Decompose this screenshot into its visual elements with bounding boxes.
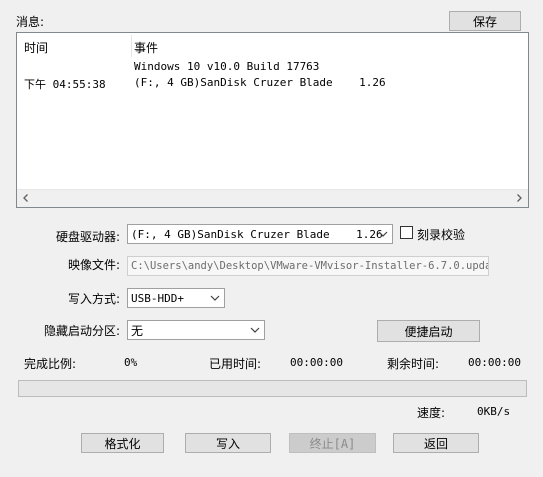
back-button[interactable]: 返回 <box>393 433 479 453</box>
drive-select-value: (F:, 4 GB)SanDisk Cruzer Blade 1.26 <box>131 227 383 241</box>
write-method-select[interactable]: USB-HDD+ <box>127 288 225 308</box>
horizontal-scrollbar[interactable] <box>17 189 528 207</box>
save-button[interactable]: 保存 <box>449 11 521 31</box>
log-row-time: 下午 04:55:38 <box>24 78 106 91</box>
speed-label: 速度: <box>417 406 446 420</box>
drive-select[interactable]: (F:, 4 GB)SanDisk Cruzer Blade 1.26 <box>127 224 393 244</box>
format-button[interactable]: 格式化 <box>81 433 164 453</box>
elapsed-label: 已用时间: <box>209 357 262 371</box>
column-divider <box>131 35 132 57</box>
hidden-partition-label: 隐藏启动分区: <box>43 324 120 338</box>
hidden-partition-value: 无 <box>131 323 144 338</box>
quick-boot-button[interactable]: 便捷启动 <box>377 320 480 342</box>
percent-label: 完成比例: <box>24 357 77 371</box>
image-file-label: 映像文件: <box>67 258 120 272</box>
elapsed-value: 00:00:00 <box>290 356 343 369</box>
speed-value: 0KB/s <box>477 405 511 418</box>
log-row-event: (F:, 4 GB)SanDisk Cruzer Blade 1.26 <box>134 76 386 89</box>
remaining-value: 00:00:00 <box>468 356 521 369</box>
image-file-field[interactable]: C:\Users\andy\Desktop\VMware-VMvisor-Ins… <box>127 256 489 276</box>
progress-bar <box>18 380 527 397</box>
messages-label: 消息: <box>16 15 45 29</box>
percent-value: 0% <box>124 356 138 369</box>
remaining-label: 剩余时间: <box>387 357 440 371</box>
chevron-down-icon <box>376 227 390 241</box>
chevron-down-icon <box>208 291 222 305</box>
column-header-event[interactable]: 事件 <box>134 39 158 56</box>
stop-button[interactable]: 终止[A] <box>289 433 376 453</box>
chevron-down-icon <box>248 323 262 337</box>
scroll-left-icon[interactable] <box>19 191 33 205</box>
write-method-value: USB-HDD+ <box>131 291 184 305</box>
message-log[interactable]: 时间 事件 Windows 10 v10.0 Build 17763 下午 04… <box>16 32 529 208</box>
write-button[interactable]: 写入 <box>185 433 271 453</box>
log-row-event: Windows 10 v10.0 Build 17763 <box>134 60 320 73</box>
hidden-partition-select[interactable]: 无 <box>127 320 265 340</box>
verify-label[interactable]: 刻录校验 <box>417 226 465 243</box>
drive-label: 硬盘驱动器: <box>55 230 120 244</box>
scroll-right-icon[interactable] <box>512 191 526 205</box>
column-header-time[interactable]: 时间 <box>24 39 48 56</box>
write-method-label: 写入方式: <box>67 292 120 306</box>
verify-checkbox[interactable] <box>400 226 413 239</box>
